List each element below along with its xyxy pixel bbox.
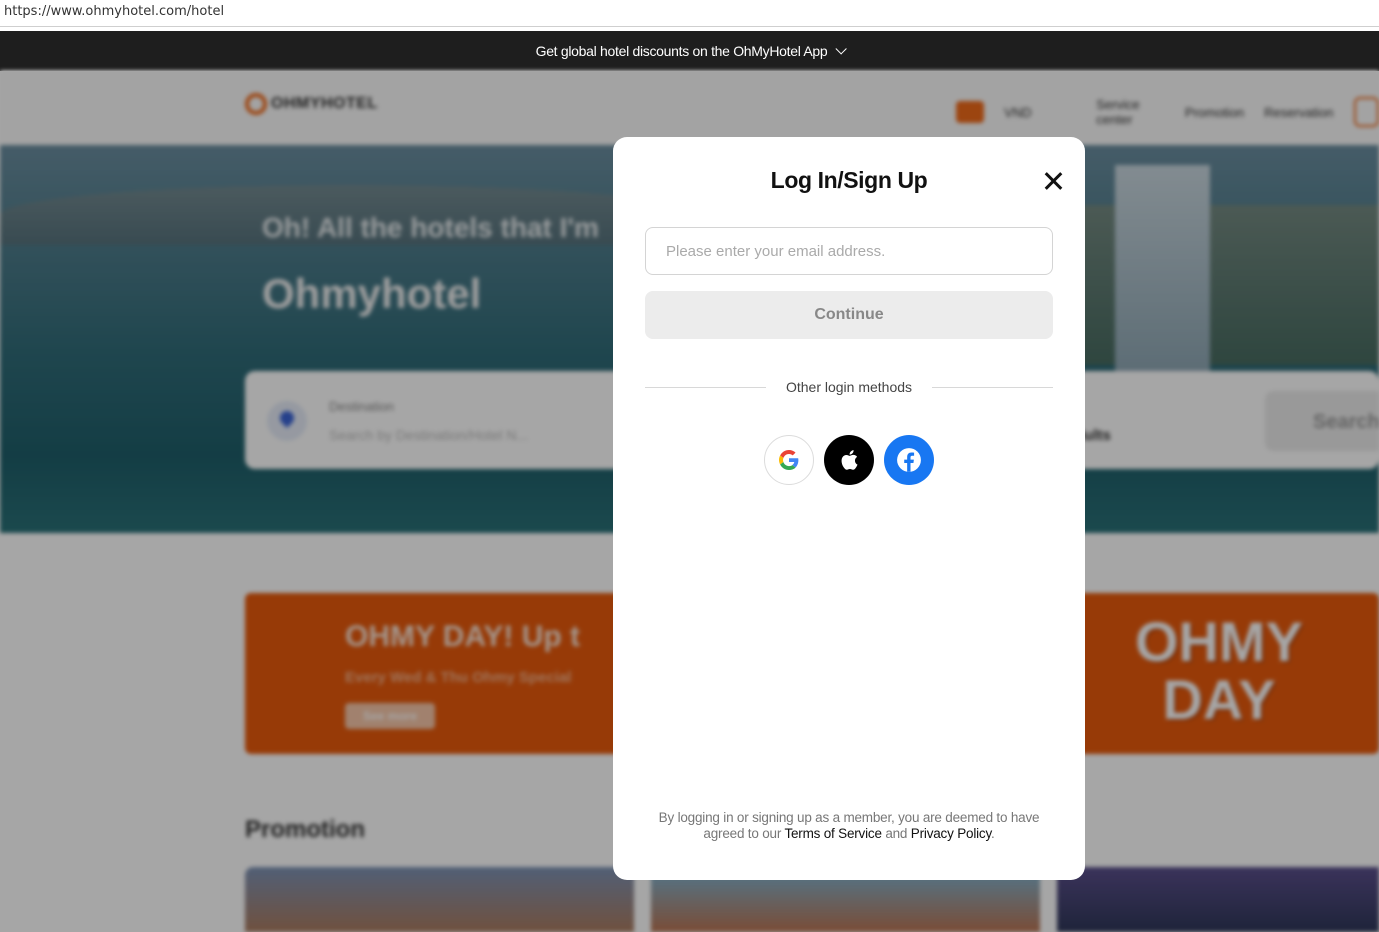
divider-line	[932, 386, 1054, 388]
social-login-buttons	[764, 435, 934, 485]
close-icon[interactable]	[1041, 169, 1065, 193]
address-bar[interactable]: https://www.ohmyhotel.com/hotel	[0, 0, 1379, 27]
terms-and: and	[881, 826, 911, 841]
modal-title: Log In/Sign Up	[770, 167, 928, 193]
login-modal: Log In/Sign Up Continue Other login meth…	[613, 137, 1085, 880]
url-text: https://www.ohmyhotel.com/hotel	[4, 4, 225, 19]
apple-login-button[interactable]	[824, 435, 874, 485]
email-input[interactable]	[645, 227, 1053, 275]
chevron-down-icon	[835, 43, 848, 55]
continue-button[interactable]: Continue	[645, 291, 1053, 339]
google-icon	[779, 450, 799, 470]
facebook-icon	[897, 448, 921, 472]
terms-of-service-link[interactable]: Terms of Service	[784, 826, 882, 841]
divider-line	[645, 386, 766, 388]
facebook-login-button[interactable]	[884, 435, 934, 485]
terms-suffix: .	[991, 826, 995, 841]
app-promo-text: Get global hotel discounts on the OhMyHo…	[535, 43, 828, 59]
divider-text: Other login methods	[785, 379, 913, 395]
privacy-policy-link[interactable]: Privacy Policy	[911, 826, 991, 841]
app-promo-banner[interactable]: Get global hotel discounts on the OhMyHo…	[0, 31, 1379, 71]
apple-icon	[841, 450, 858, 470]
google-login-button[interactable]	[764, 435, 814, 485]
login-methods-divider: Other login methods	[645, 377, 1054, 397]
terms-notice: By logging in or signing up as a member,…	[645, 810, 1053, 842]
